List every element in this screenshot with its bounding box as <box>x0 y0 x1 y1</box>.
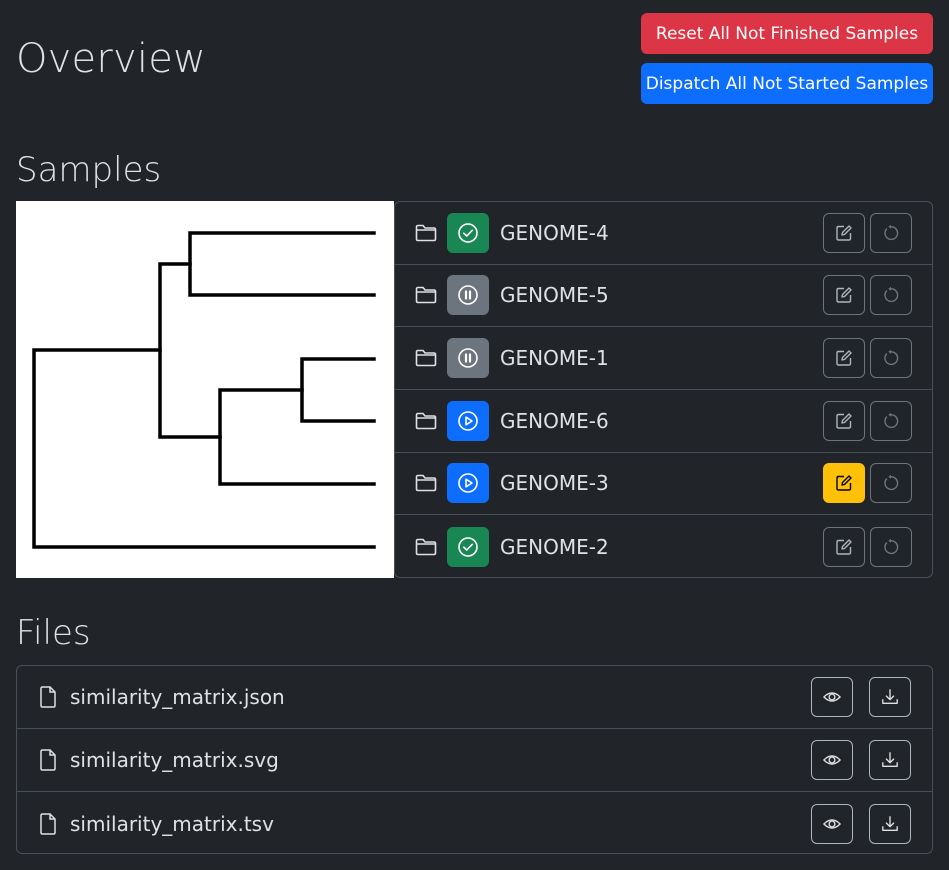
edit-icon <box>835 349 853 367</box>
pause-circle-icon <box>457 347 479 369</box>
reset-sample-button[interactable] <box>870 463 912 504</box>
edit-icon <box>835 474 853 492</box>
eye-icon <box>823 688 841 706</box>
check-circle-icon <box>457 536 479 558</box>
download-icon <box>881 751 899 769</box>
download-icon <box>881 688 899 706</box>
view-file-button[interactable] <box>811 740 853 780</box>
sample-list: GENOME-4 GENOME-5 GENOME-1 GENOME-6 GENO… <box>394 201 933 578</box>
reset-sample-button[interactable] <box>870 275 912 316</box>
file-row: similarity_matrix.svg <box>17 729 932 792</box>
dendrogram <box>16 201 394 578</box>
reset-sample-button[interactable] <box>870 526 912 567</box>
status-badge <box>447 338 489 379</box>
files-section-title: Files <box>16 613 91 653</box>
edit-icon <box>835 224 853 242</box>
view-file-button[interactable] <box>811 803 853 844</box>
eye-icon <box>823 815 841 833</box>
edit-icon <box>835 412 853 430</box>
play-circle-icon <box>457 410 479 432</box>
edit-icon <box>835 538 853 556</box>
file-list: similarity_matrix.json similarity_matrix… <box>16 665 933 854</box>
sample-row: GENOME-1 <box>395 327 932 390</box>
sample-name: GENOME-3 <box>500 471 609 496</box>
reset-icon <box>882 224 900 242</box>
reset-icon <box>882 474 900 492</box>
reset-sample-button[interactable] <box>870 400 912 441</box>
sample-row: GENOME-4 <box>395 202 932 265</box>
dispatch-all-button[interactable]: Dispatch All Not Started Samples <box>641 63 933 104</box>
folder-icon[interactable] <box>415 412 437 430</box>
sample-row: GENOME-5 <box>395 265 932 328</box>
reset-all-button[interactable]: Reset All Not Finished Samples <box>641 13 933 54</box>
sample-name: GENOME-4 <box>500 220 609 245</box>
status-badge <box>447 526 489 567</box>
file-row: similarity_matrix.json <box>17 666 932 729</box>
edit-button[interactable] <box>823 526 865 567</box>
folder-icon[interactable] <box>415 538 437 556</box>
edit-button[interactable] <box>823 400 865 441</box>
sample-name: GENOME-2 <box>500 534 609 559</box>
edit-button[interactable] <box>823 275 865 316</box>
file-name: similarity_matrix.tsv <box>70 811 274 836</box>
file-icon <box>39 686 57 708</box>
eye-icon <box>823 751 841 769</box>
download-icon <box>881 815 899 833</box>
reset-sample-button[interactable] <box>870 212 912 253</box>
file-icon <box>39 812 57 835</box>
sample-row: GENOME-3 <box>395 453 932 516</box>
reset-icon <box>882 349 900 367</box>
status-badge <box>447 400 489 441</box>
edit-icon <box>835 286 853 304</box>
folder-icon[interactable] <box>415 474 437 492</box>
folder-icon[interactable] <box>415 349 437 367</box>
play-circle-icon <box>457 472 479 494</box>
sample-name: GENOME-6 <box>500 408 609 433</box>
download-file-button[interactable] <box>869 740 911 780</box>
reset-sample-button[interactable] <box>870 338 912 379</box>
page-title: Overview <box>16 36 206 82</box>
file-name: similarity_matrix.json <box>70 685 285 709</box>
samples-section-title: Samples <box>16 150 162 190</box>
sample-row: GENOME-6 <box>395 390 932 453</box>
edit-button[interactable] <box>823 463 865 504</box>
check-circle-icon <box>457 222 479 244</box>
edit-button[interactable] <box>823 338 865 379</box>
sample-row: GENOME-2 <box>395 515 932 577</box>
download-file-button[interactable] <box>869 677 911 717</box>
reset-icon <box>882 286 900 304</box>
download-file-button[interactable] <box>869 803 911 844</box>
pause-circle-icon <box>457 284 479 306</box>
edit-button[interactable] <box>823 212 865 253</box>
status-badge <box>447 212 489 253</box>
folder-icon[interactable] <box>415 286 437 304</box>
file-row: similarity_matrix.tsv <box>17 792 932 853</box>
view-file-button[interactable] <box>811 677 853 717</box>
file-icon <box>39 749 57 771</box>
sample-name: GENOME-5 <box>500 283 609 308</box>
folder-icon[interactable] <box>415 224 437 242</box>
reset-icon <box>882 538 900 556</box>
sample-name: GENOME-1 <box>500 346 609 371</box>
status-badge <box>447 275 489 316</box>
reset-icon <box>882 412 900 430</box>
dendrogram-tree <box>32 231 376 549</box>
status-badge <box>447 463 489 504</box>
file-name: similarity_matrix.svg <box>70 748 279 772</box>
